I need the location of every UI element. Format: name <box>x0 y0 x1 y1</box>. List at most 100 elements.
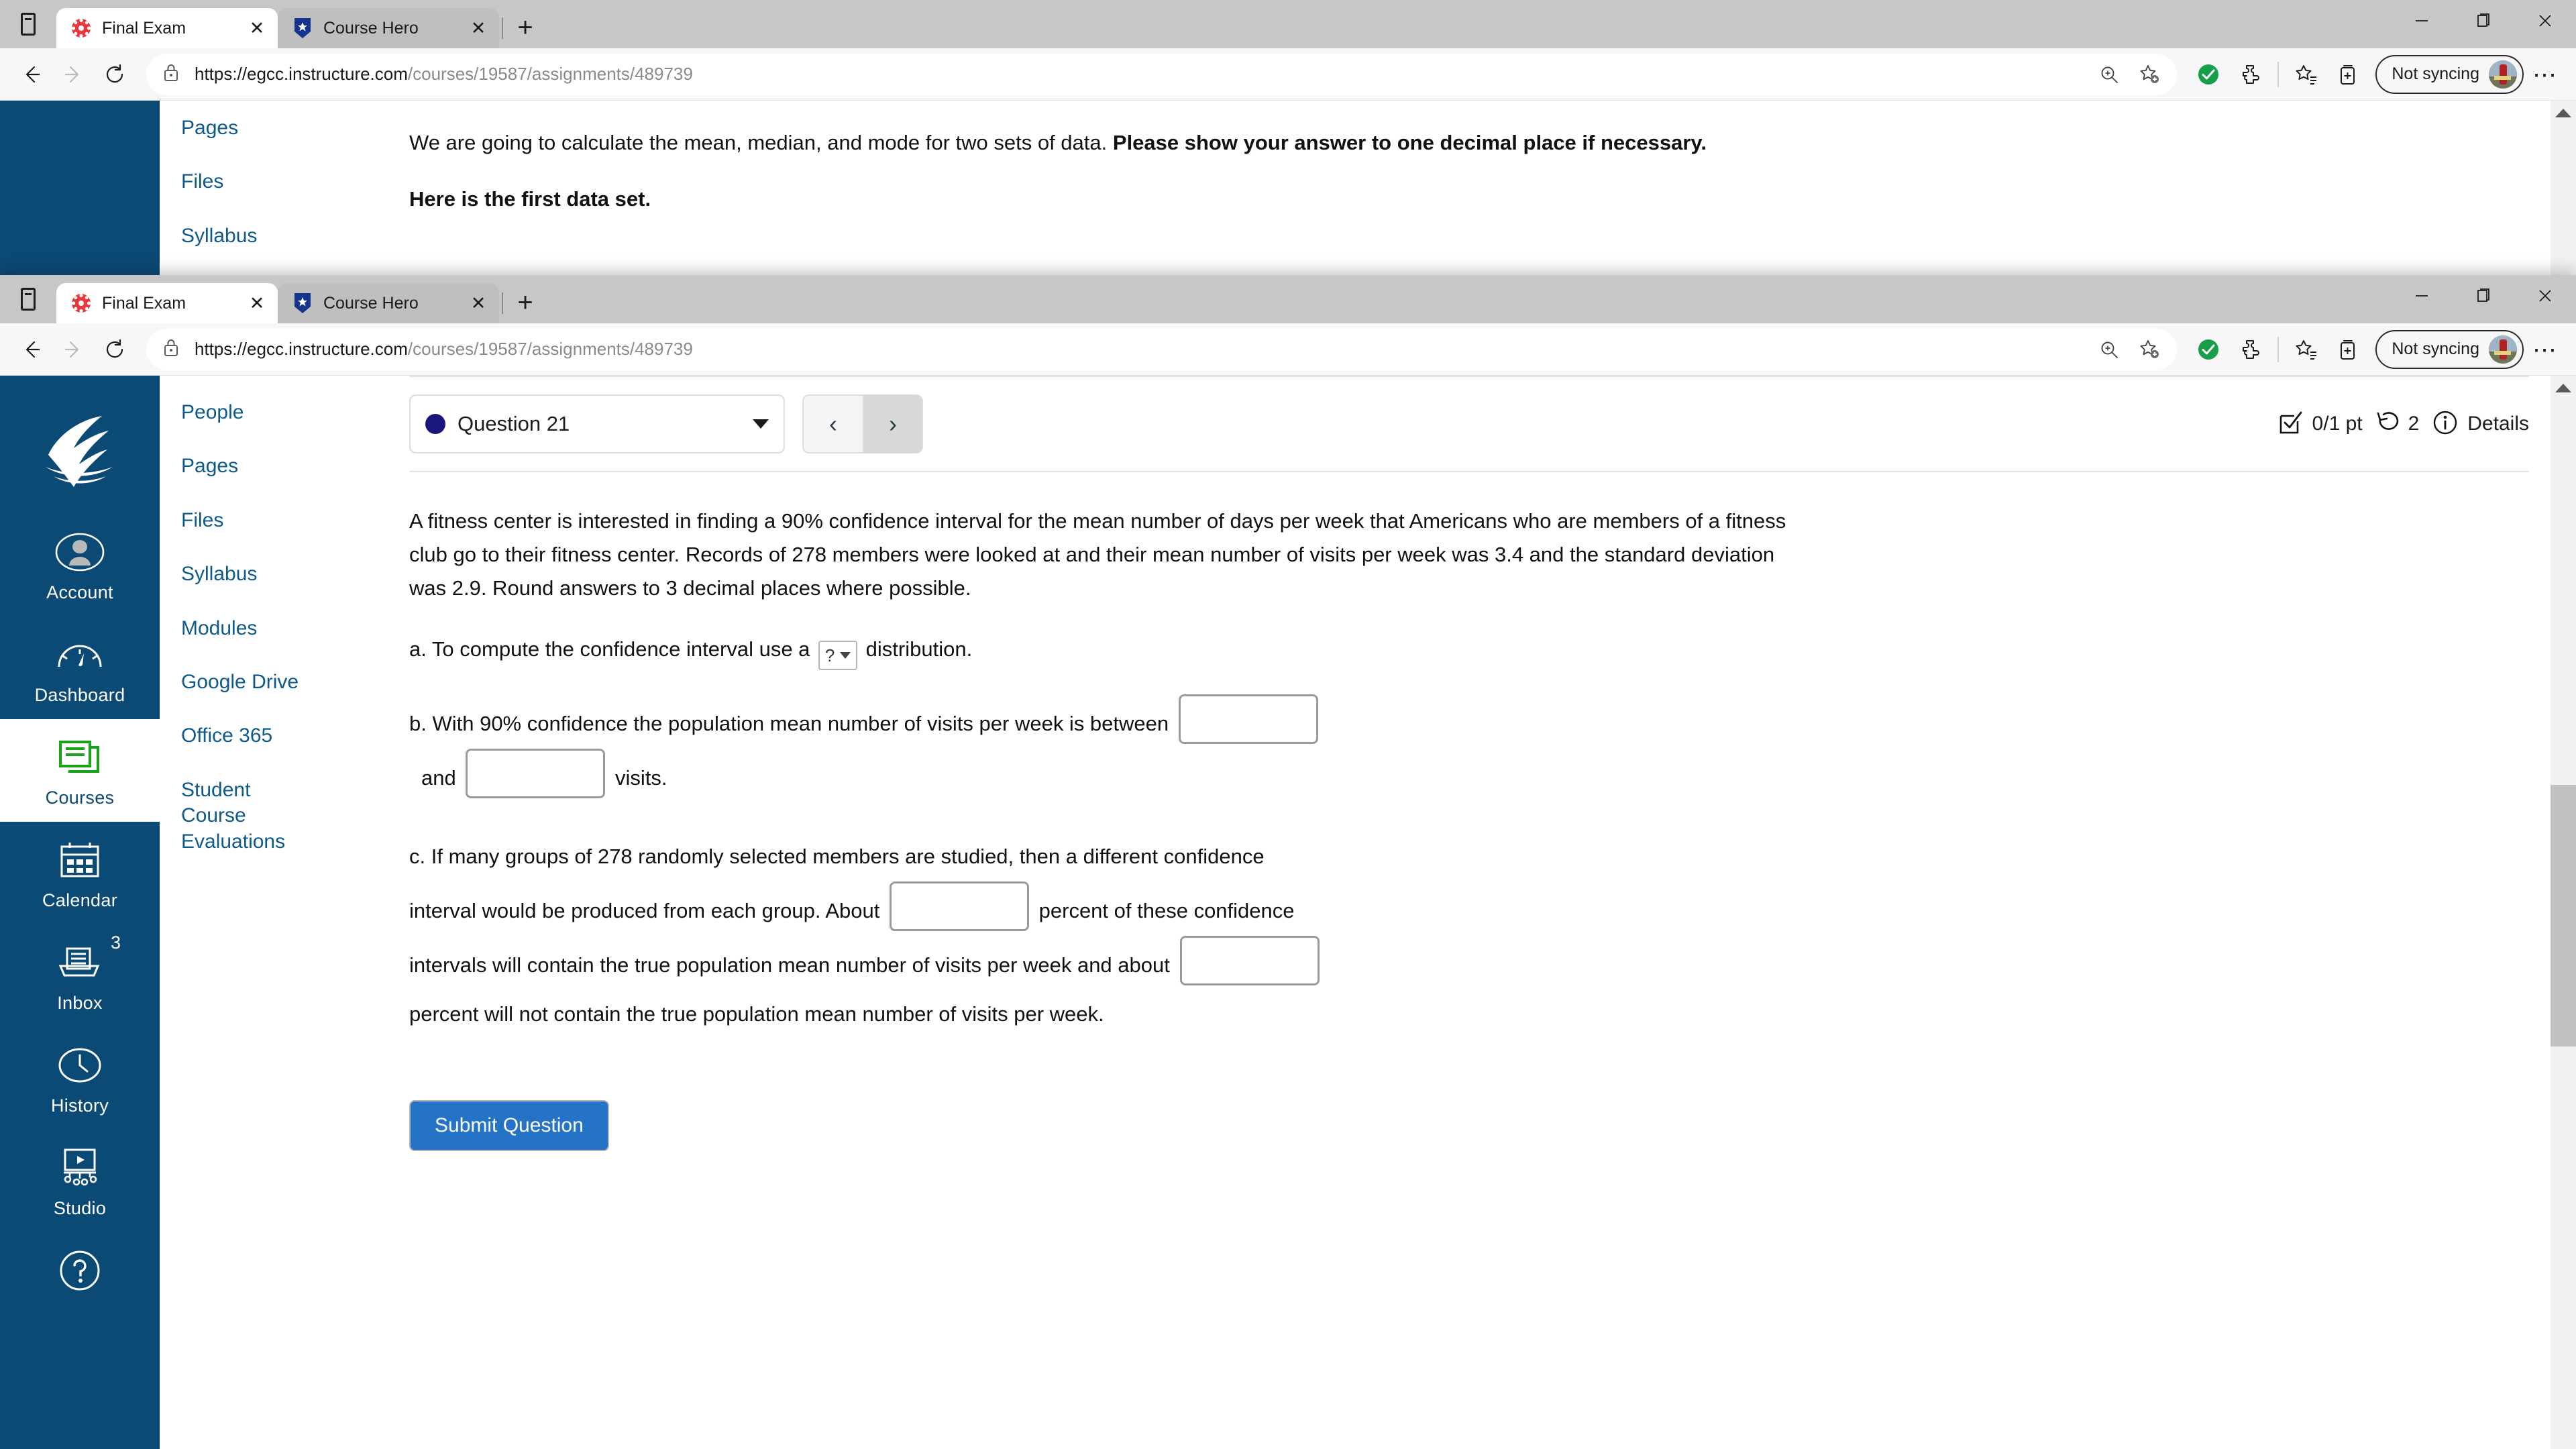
settings-and-more-icon[interactable]: ⋯ <box>2524 54 2565 95</box>
distribution-select[interactable]: ? <box>818 641 858 671</box>
reload-icon[interactable] <box>94 329 136 370</box>
favorites-list-icon[interactable] <box>2286 54 2327 95</box>
part-b-lower-bound-input[interactable] <box>1178 694 1318 745</box>
tab-title: Final Exam <box>102 18 186 38</box>
scroll-up-icon[interactable] <box>2555 384 2571 392</box>
course-nav-item-google-drive[interactable]: Google Drive <box>160 669 339 695</box>
scrollbar-thumb[interactable] <box>2551 785 2576 1046</box>
next-question-button[interactable]: › <box>863 394 923 453</box>
tab-final-exam[interactable]: Final Exam ✕ <box>56 283 278 323</box>
part-b-suffix: visits. <box>614 766 667 790</box>
restore-icon[interactable] <box>2453 275 2514 317</box>
scroll-up-icon[interactable] <box>2555 109 2571 117</box>
forward-icon[interactable] <box>52 329 94 370</box>
canvas-flame-logo[interactable] <box>0 393 160 514</box>
profile-button[interactable]: Not syncing <box>2375 54 2524 94</box>
forward-icon[interactable] <box>52 54 94 95</box>
bg-course-nav-item-files[interactable]: Files <box>160 169 339 195</box>
tab-list-button[interactable] <box>0 275 56 323</box>
sidebar-item-account[interactable]: Account <box>0 514 160 616</box>
favorites-list-icon[interactable] <box>2286 329 2327 370</box>
details-link[interactable]: Details <box>2467 413 2529 435</box>
course-nav-item-pages[interactable]: Pages <box>160 453 339 479</box>
tab-list-button[interactable] <box>0 0 56 48</box>
restore-icon[interactable] <box>2453 0 2514 42</box>
course-nav-item-people[interactable]: People <box>160 400 339 425</box>
prev-question-button[interactable]: ‹ <box>802 394 863 453</box>
sidebar-item-courses[interactable]: Courses <box>0 719 160 822</box>
address-bar[interactable]: https://egcc.instructure.com/courses/195… <box>146 328 2178 370</box>
foreground-tabstrip: Final Exam ✕ Course Hero ✕ + <box>0 275 2391 323</box>
foreground-browser-window: Final Exam ✕ Course Hero ✕ + https://egc… <box>0 275 2576 1449</box>
tab-course-hero[interactable]: Course Hero ✕ <box>278 283 499 323</box>
part-c-line-3-prefix: intervals will contain the true populati… <box>409 953 1170 977</box>
zoom-icon[interactable] <box>2091 331 2127 368</box>
sidebar-item-help[interactable] <box>0 1232 160 1291</box>
profile-label: Not syncing <box>2392 339 2479 358</box>
bg-course-nav-item-pages[interactable]: Pages <box>160 115 339 141</box>
part-c-percent-contain-input[interactable] <box>890 881 1030 931</box>
add-favorite-icon[interactable] <box>2131 331 2167 368</box>
sidebar-item-calendar[interactable]: Calendar <box>0 822 160 924</box>
collections-icon[interactable] <box>2327 54 2369 95</box>
security-check-icon[interactable] <box>2188 54 2229 95</box>
part-c-percent-not-contain-input[interactable] <box>1179 935 1320 985</box>
settings-and-more-icon[interactable]: ⋯ <box>2524 329 2565 370</box>
tab-divider <box>502 17 503 39</box>
background-address-bar[interactable]: https://egcc.instructure.com/courses/195… <box>146 53 2178 95</box>
extensions-icon[interactable] <box>2229 329 2271 370</box>
part-b-upper-bound-input[interactable] <box>466 749 606 799</box>
extensions-icon[interactable] <box>2229 54 2271 95</box>
minimize-icon[interactable] <box>2391 275 2453 317</box>
sidebar-item-studio[interactable]: Studio <box>0 1130 160 1232</box>
course-nav-item-office-365[interactable]: Office 365 <box>160 723 339 749</box>
sidebar-item-dashboard[interactable]: Dashboard <box>0 616 160 719</box>
security-check-icon[interactable] <box>2188 329 2229 370</box>
omnibox-actions <box>2091 56 2167 93</box>
course-hero-icon <box>292 18 313 38</box>
close-icon[interactable]: ✕ <box>241 288 272 319</box>
course-nav-item-modules[interactable]: Modules <box>160 616 339 641</box>
collections-icon[interactable] <box>2327 329 2369 370</box>
question-nav: ‹ › <box>802 394 923 453</box>
foreground-scrollbar[interactable] <box>2551 376 2576 1449</box>
info-circle-icon[interactable] <box>2432 410 2458 439</box>
tab-divider <box>502 292 503 314</box>
foreground-toolbar: https://egcc.instructure.com/courses/195… <box>0 323 2576 376</box>
add-favorite-icon[interactable] <box>2131 56 2167 93</box>
close-icon[interactable]: ✕ <box>241 13 272 44</box>
profile-button[interactable]: Not syncing <box>2375 329 2524 369</box>
sidebar-item-inbox[interactable]: 3 Inbox <box>0 924 160 1027</box>
course-nav-item-student-course-evaluations[interactable]: Student Course Evaluations <box>160 777 294 855</box>
course-nav-item-syllabus[interactable]: Syllabus <box>160 561 339 587</box>
chevron-down-icon <box>840 652 851 659</box>
new-tab-button[interactable]: + <box>506 283 545 322</box>
back-icon[interactable] <box>11 329 52 370</box>
new-tab-button[interactable]: + <box>506 8 545 47</box>
question-part-c: c. If many groups of 278 randomly select… <box>409 833 1791 1038</box>
minimize-icon[interactable] <box>2391 0 2453 42</box>
question-header: Question 21 ‹ › 0/1 pt 2 Details <box>409 376 2529 472</box>
bg-instruction-paragraph: We are going to calculate the mean, medi… <box>409 126 1791 160</box>
question-status: 0/1 pt 2 Details <box>2279 410 2529 439</box>
close-icon[interactable] <box>2514 275 2576 317</box>
reload-icon[interactable] <box>94 54 136 95</box>
foreground-titlebar: Final Exam ✕ Course Hero ✕ + <box>0 275 2576 323</box>
toolbar-divider <box>2277 61 2279 87</box>
close-icon[interactable] <box>2514 0 2576 42</box>
question-select[interactable]: Question 21 <box>409 394 785 453</box>
submit-question-button[interactable]: Submit Question <box>409 1100 609 1152</box>
close-icon[interactable]: ✕ <box>463 288 494 319</box>
zoom-icon[interactable] <box>2091 56 2127 93</box>
close-icon[interactable]: ✕ <box>463 13 494 44</box>
sidebar-item-history[interactable]: History <box>0 1027 160 1130</box>
background-tab-course-hero[interactable]: Course Hero ✕ <box>278 8 499 48</box>
tab-title: Final Exam <box>102 293 186 313</box>
undo-arrow-icon <box>2376 411 2399 437</box>
bg-course-nav-item-syllabus[interactable]: Syllabus <box>160 223 339 249</box>
background-tab-final-exam[interactable]: Final Exam ✕ <box>56 8 278 48</box>
course-nav-item-files[interactable]: Files <box>160 508 339 533</box>
back-icon[interactable] <box>11 54 52 95</box>
global-nav: Account Dashboard Courses Calendar 3 Inb… <box>0 376 160 1449</box>
inbox-badge: 3 <box>110 932 121 953</box>
